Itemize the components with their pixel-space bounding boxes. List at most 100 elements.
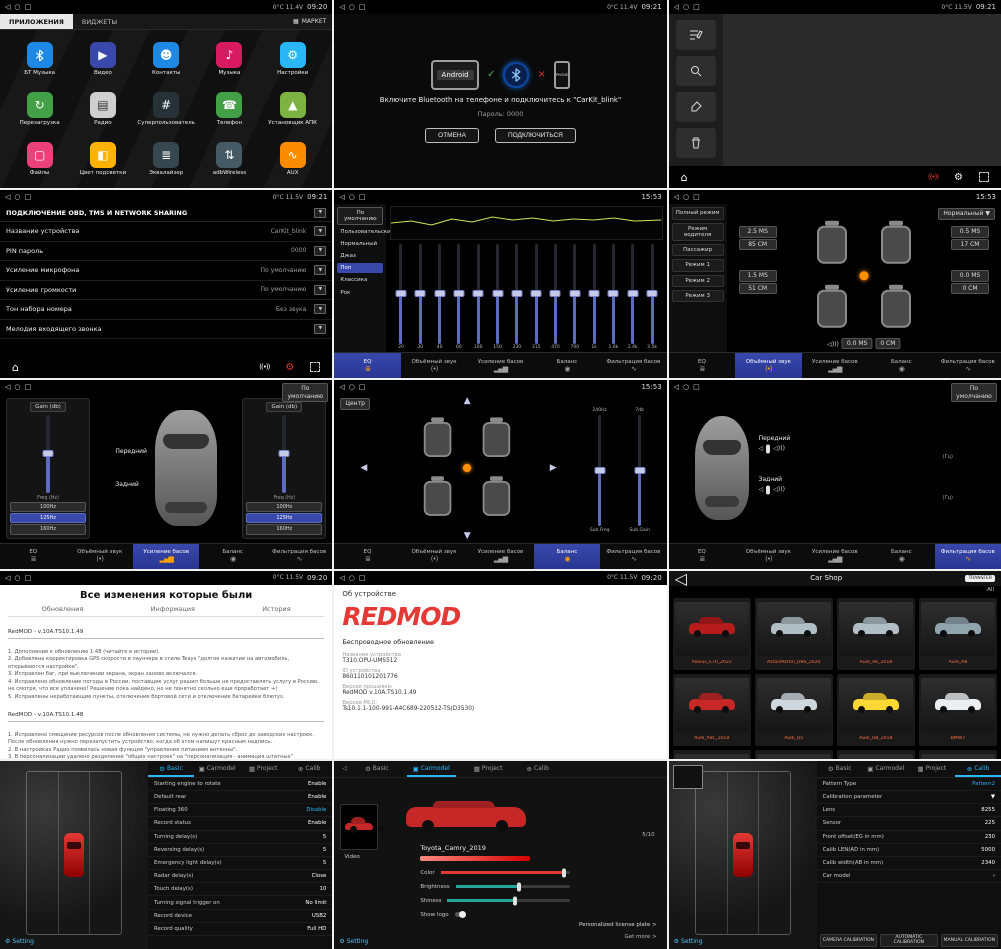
setting-row-dial-tone[interactable]: Тон набора номераБез звука▼ bbox=[0, 300, 332, 320]
tab-project[interactable]: ▦Project bbox=[468, 761, 509, 777]
setting-row-calib-width[interactable]: Calib width(AB in mm)2340 bbox=[817, 857, 1001, 870]
setting-row[interactable]: Turning signal trigger onNo limit bbox=[148, 896, 332, 909]
mode-full[interactable]: Полный режим bbox=[672, 207, 724, 219]
car-card[interactable]: BMW7 bbox=[919, 674, 997, 746]
balance-position-dot[interactable] bbox=[463, 464, 471, 472]
setting-row[interactable]: Record qualityFull HD bbox=[148, 923, 332, 936]
app-backlight-color[interactable]: ◧Цвет подсветки bbox=[71, 134, 134, 184]
settings-gear-icon[interactable]: ⚙ bbox=[954, 172, 963, 183]
app-adbwireless[interactable]: ⇅adbWireless bbox=[198, 134, 261, 184]
fader-down-arrow[interactable]: ▼ bbox=[464, 531, 471, 541]
back-icon[interactable]: ◁ bbox=[5, 574, 10, 582]
app-reboot[interactable]: ↻Перезагрузка bbox=[8, 84, 71, 134]
car-card[interactable] bbox=[837, 750, 915, 759]
listening-position-dot[interactable] bbox=[859, 272, 868, 281]
center-button[interactable]: Центр bbox=[340, 398, 370, 410]
screenshot-frame-icon[interactable] bbox=[979, 172, 989, 182]
sub-freq-control[interactable]: 240HzSub Freq bbox=[587, 408, 613, 532]
mode-3[interactable]: Режим 3 bbox=[672, 290, 724, 302]
car-card[interactable] bbox=[673, 750, 751, 759]
home-nav-icon[interactable]: ○ bbox=[349, 383, 355, 391]
show-logo-toggle[interactable] bbox=[455, 912, 466, 917]
market-button[interactable]: ▦МАРКЕТ bbox=[287, 14, 332, 29]
camera-calibration-button[interactable]: CAMERA CALIBRATION bbox=[820, 934, 877, 947]
car-card[interactable] bbox=[755, 750, 833, 759]
recents-icon[interactable]: □ bbox=[693, 383, 700, 391]
edit-list-button[interactable] bbox=[676, 20, 716, 50]
tab-eq[interactable]: EQ≣ bbox=[334, 544, 400, 569]
setting-row[interactable]: Turning delay(s)5 bbox=[148, 831, 332, 844]
home-nav-icon[interactable]: ○ bbox=[14, 193, 20, 201]
tab-information[interactable]: Информация bbox=[151, 605, 195, 613]
car-card[interactable]: Audi_Q8_2018 bbox=[837, 674, 915, 746]
setting-row-calib-len[interactable]: Calib LEN(AD in mm)5000 bbox=[817, 844, 1001, 857]
dropdown-icon[interactable]: ▼ bbox=[314, 226, 326, 236]
delay-rear-left[interactable]: 1.5 MS51 CM bbox=[739, 270, 777, 295]
tab-calib[interactable]: ⊕Calib bbox=[520, 761, 554, 777]
setting-row[interactable]: Radar delay(s)Close bbox=[148, 870, 332, 883]
tab-balance[interactable]: Баланс◉ bbox=[199, 544, 265, 569]
tab-updates[interactable]: Обновления bbox=[42, 605, 84, 613]
dropdown-icon[interactable]: ▼ bbox=[314, 246, 326, 256]
freq-125[interactable]: 125Hz bbox=[10, 513, 86, 523]
eq-band-slider[interactable]: 40 bbox=[431, 244, 448, 350]
filter-all-button[interactable]: All bbox=[987, 587, 994, 593]
setting-row[interactable]: Reversing delay(s)5 bbox=[148, 844, 332, 857]
tab-eq[interactable]: EQ≣ bbox=[334, 353, 400, 378]
fader-up-arrow[interactable]: ▲ bbox=[464, 396, 471, 406]
setting-row[interactable]: Record statusEnable bbox=[148, 817, 332, 830]
tab-applications[interactable]: ПРИЛОЖЕНИЯ bbox=[0, 14, 73, 29]
setting-button[interactable]: ⚙Setting bbox=[339, 938, 368, 945]
default-button[interactable]: По умолчанию bbox=[282, 383, 328, 402]
tab-bass-boost[interactable]: Усиление басов▂▄▆ bbox=[802, 353, 868, 378]
preset-pop[interactable]: Поп bbox=[337, 263, 383, 273]
tab-carmodel[interactable]: ▣Carmodel bbox=[407, 761, 456, 777]
app-equalizer[interactable]: ≣Эквалайзер bbox=[135, 134, 198, 184]
search-button[interactable] bbox=[676, 56, 716, 86]
cancel-button[interactable]: ОТМЕНА bbox=[425, 128, 479, 143]
recents-icon[interactable]: □ bbox=[359, 193, 366, 201]
delay-subwoofer[interactable]: ◁)))0.0 MS0 CM bbox=[827, 338, 900, 351]
home-nav-icon[interactable]: ○ bbox=[14, 3, 20, 11]
tab-carmodel[interactable]: ▣Carmodel bbox=[194, 761, 240, 777]
setting-row-lens[interactable]: Lens8255 bbox=[817, 804, 1001, 817]
setting-row-sensor[interactable]: Sensor225 bbox=[817, 817, 1001, 830]
preset-classic[interactable]: Классика bbox=[337, 275, 383, 285]
tab-filter[interactable]: Фильтрация басов∿ bbox=[935, 544, 1001, 569]
tab-balance[interactable]: Баланс◉ bbox=[868, 353, 934, 378]
delay-rear-right[interactable]: 0.0 MS0 CM bbox=[951, 270, 989, 295]
mode-passenger[interactable]: Пассажир bbox=[672, 244, 724, 256]
home-nav-icon[interactable]: ○ bbox=[349, 574, 355, 582]
tab-eq[interactable]: EQ≣ bbox=[669, 544, 735, 569]
tab-calib[interactable]: ⊕Calib bbox=[286, 761, 332, 777]
preset-normal[interactable]: Нормальный bbox=[337, 239, 383, 249]
tab-bass-boost[interactable]: Усиление басов▂▄▆ bbox=[467, 544, 533, 569]
car-card[interactable]: Audi_A8 bbox=[919, 598, 997, 670]
tab-filter[interactable]: Фильтрация басов∿ bbox=[266, 544, 332, 569]
back-icon[interactable]: ◁ bbox=[5, 383, 10, 391]
app-video[interactable]: ▶Видео bbox=[71, 34, 134, 84]
transfer-button[interactable]: TRANSFER bbox=[965, 575, 995, 582]
camera-pip[interactable] bbox=[673, 765, 703, 789]
tab-balance[interactable]: Баланс◉ bbox=[534, 544, 600, 569]
tab-balance[interactable]: Баланс◉ bbox=[534, 353, 600, 378]
license-plate-link[interactable]: Personalized license plate > bbox=[579, 922, 657, 928]
connect-button[interactable]: ПОДКЛЮЧИТЬСЯ bbox=[495, 128, 576, 143]
dropdown-icon[interactable]: ▼ bbox=[314, 265, 326, 275]
delay-front-right[interactable]: 0.5 MS17 CM bbox=[951, 226, 989, 251]
car-model-3d[interactable] bbox=[400, 794, 532, 840]
app-bt-music[interactable]: БТ Музыка bbox=[8, 34, 71, 84]
eq-band-slider[interactable]: 150 bbox=[489, 244, 506, 350]
back-icon[interactable]: ◁ bbox=[5, 193, 10, 201]
tab-surround[interactable]: Объёмный звук(•) bbox=[401, 353, 467, 378]
wireless-update-link[interactable]: Беспроводное обновление bbox=[334, 635, 666, 650]
setting-row-car-model[interactable]: Car model› bbox=[817, 870, 1001, 883]
front-gain-slider[interactable] bbox=[46, 415, 50, 492]
app-contacts[interactable]: ☻Контакты bbox=[135, 34, 198, 84]
recents-icon[interactable]: □ bbox=[25, 574, 32, 582]
setting-row-ringtone[interactable]: Мелодия входящего звонка▼ bbox=[0, 320, 332, 340]
freq-125[interactable]: 125Hz bbox=[246, 513, 322, 523]
setting-row[interactable]: Record deviceUSB2 bbox=[148, 910, 332, 923]
delay-front-left[interactable]: 2.5 MS85 CM bbox=[739, 226, 777, 251]
manual-calibration-button[interactable]: MANUAL CALIBRATION bbox=[941, 934, 998, 947]
